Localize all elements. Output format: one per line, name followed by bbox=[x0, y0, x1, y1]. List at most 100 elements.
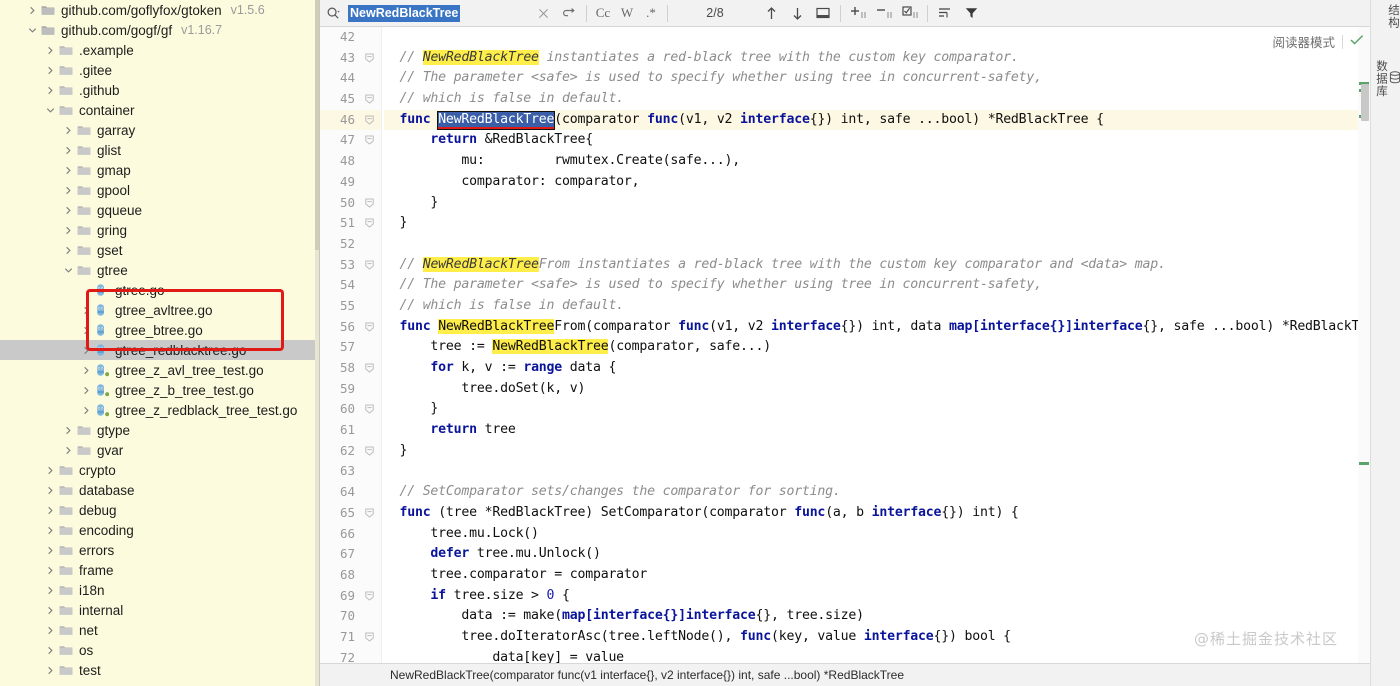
chevron-right-icon[interactable] bbox=[44, 40, 57, 60]
code-line[interactable]: tree.mu.Lock() bbox=[384, 524, 1400, 545]
chevron-right-icon[interactable] bbox=[62, 160, 75, 180]
tree-item-net[interactable]: net bbox=[0, 620, 320, 640]
code-line[interactable]: // which is false in default. bbox=[384, 296, 1400, 317]
code-line[interactable]: if tree.size > 0 { bbox=[384, 586, 1400, 607]
remove-line-icon[interactable] bbox=[871, 1, 897, 26]
add-line-icon[interactable] bbox=[845, 1, 871, 26]
search-input-wrap[interactable]: NewRedBlackTree bbox=[346, 4, 496, 22]
fold-toggle-icon[interactable] bbox=[365, 446, 375, 456]
next-match-icon[interactable] bbox=[784, 1, 810, 26]
chevron-right-icon[interactable] bbox=[80, 400, 93, 420]
find-toolbar[interactable]: NewRedBlackTree Cc W .* 2/8 bbox=[320, 0, 1400, 27]
tree-item-text[interactable]: text bbox=[0, 680, 320, 686]
select-all-occurrences-icon[interactable] bbox=[810, 1, 836, 26]
chevron-right-icon[interactable] bbox=[80, 380, 93, 400]
chevron-right-icon[interactable] bbox=[80, 360, 93, 380]
chevron-right-icon[interactable] bbox=[62, 120, 75, 140]
project-tree-panel[interactable]: github.com/goflyfox/gtoken v1.5.6 github.c… bbox=[0, 0, 320, 686]
tree-item-garray[interactable]: garray bbox=[0, 120, 320, 140]
tree-item-test[interactable]: test bbox=[0, 660, 320, 680]
code-line[interactable]: return tree bbox=[384, 420, 1400, 441]
chevron-down-icon[interactable] bbox=[62, 260, 75, 280]
chevron-right-icon[interactable] bbox=[44, 80, 57, 100]
fold-toggle-icon[interactable] bbox=[365, 94, 375, 104]
chevron-right-icon[interactable] bbox=[44, 500, 57, 520]
fold-toggle-icon[interactable] bbox=[365, 508, 375, 518]
chevron-right-icon[interactable] bbox=[44, 540, 57, 560]
chevron-right-icon[interactable] bbox=[44, 480, 57, 500]
prev-match-icon[interactable] bbox=[758, 1, 784, 26]
code-line[interactable] bbox=[384, 461, 1400, 482]
line-number-gutter[interactable]: 42 43 44 45 46 47 48 49 50 51 52 53 54 55 56 57 58 59 60 61… bbox=[320, 27, 382, 663]
tree-item-gtree-z-redblack-tree-test-go[interactable]: gtree_z_redblack_tree_test.go bbox=[0, 400, 320, 420]
tree-item-gvar[interactable]: gvar bbox=[0, 440, 320, 460]
fold-toggle-icon[interactable] bbox=[365, 198, 375, 208]
chevron-right-icon[interactable] bbox=[44, 460, 57, 480]
tree-item-gtree-btree-go[interactable]: gtree_btree.go bbox=[0, 320, 320, 340]
fold-toggle-icon[interactable] bbox=[365, 363, 375, 373]
chevron-right-icon[interactable] bbox=[62, 200, 75, 220]
code-line[interactable] bbox=[384, 234, 1400, 255]
search-marker[interactable] bbox=[1359, 462, 1369, 465]
tree-item-gtree-redblacktree-go[interactable]: gtree_redblacktree.go bbox=[0, 340, 320, 360]
tree-item-container[interactable]: container bbox=[0, 100, 320, 120]
tree-item-gpool[interactable]: gpool bbox=[0, 180, 320, 200]
fold-toggle-icon[interactable] bbox=[365, 218, 375, 228]
tree-item-errors[interactable]: errors bbox=[0, 540, 320, 560]
chevron-right-icon[interactable] bbox=[44, 580, 57, 600]
editor-marker-strip[interactable] bbox=[1358, 27, 1370, 663]
code-line[interactable]: return &RedBlackTree{ bbox=[384, 130, 1400, 151]
chevron-right-icon[interactable] bbox=[62, 420, 75, 440]
code-line[interactable]: } bbox=[384, 399, 1400, 420]
reader-mode-badge[interactable]: 阅读器模式 bbox=[1272, 32, 1364, 51]
tree-item-gtype[interactable]: gtype bbox=[0, 420, 320, 440]
tree-item-internal[interactable]: internal bbox=[0, 600, 320, 620]
tree-item-frame[interactable]: frame bbox=[0, 560, 320, 580]
tree-item-gtree-go[interactable]: gtree.go bbox=[0, 280, 320, 300]
tree-item-gtree-avltree-go[interactable]: gtree_avltree.go bbox=[0, 300, 320, 320]
chevron-down-icon[interactable] bbox=[26, 20, 39, 40]
tree-item-i18n[interactable]: i18n bbox=[0, 580, 320, 600]
tree-item-github-com-goflyfox-gtoken[interactable]: github.com/goflyfox/gtoken v1.5.6 bbox=[0, 0, 320, 20]
chevron-right-icon[interactable] bbox=[44, 600, 57, 620]
code-line[interactable]: } bbox=[384, 193, 1400, 214]
code-line[interactable]: func NewRedBlackTree(comparator func(v1,… bbox=[384, 109, 1400, 131]
fold-toggle-icon[interactable] bbox=[365, 404, 375, 415]
tree-item--example[interactable]: .example bbox=[0, 40, 320, 60]
code-content[interactable]: // NewRedBlackTree instantiates a red-bl… bbox=[382, 27, 1400, 663]
chevron-right-icon[interactable] bbox=[62, 440, 75, 460]
tree-item-database[interactable]: database bbox=[0, 480, 320, 500]
code-line[interactable]: // NewRedBlackTreeFrom instantiates a re… bbox=[384, 255, 1400, 276]
tree-item-gqueue[interactable]: gqueue bbox=[0, 200, 320, 220]
tree-item-gmap[interactable]: gmap bbox=[0, 160, 320, 180]
search-input[interactable]: NewRedBlackTree bbox=[348, 4, 461, 22]
code-line[interactable]: } bbox=[384, 213, 1400, 234]
code-editor[interactable]: 42 43 44 45 46 47 48 49 50 51 52 53 54 55 56 57 58 59 60 61… bbox=[320, 27, 1400, 663]
code-line[interactable]: } bbox=[384, 441, 1400, 462]
chevron-right-icon[interactable] bbox=[80, 320, 93, 340]
filter-list-icon[interactable] bbox=[932, 1, 958, 26]
chevron-right-icon[interactable] bbox=[44, 60, 57, 80]
code-line[interactable]: tree.doSet(k, v) bbox=[384, 379, 1400, 400]
code-line[interactable]: // The parameter <safe> is used to speci… bbox=[384, 275, 1400, 296]
code-line[interactable]: data := make(map[interface{}]interface{}… bbox=[384, 606, 1400, 627]
code-line[interactable] bbox=[384, 27, 1400, 48]
fold-toggle-icon[interactable] bbox=[365, 632, 375, 642]
close-search-icon[interactable] bbox=[530, 1, 556, 26]
fold-toggle-icon[interactable] bbox=[365, 135, 375, 146]
tree-item-glist[interactable]: glist bbox=[0, 140, 320, 160]
database-tool-button[interactable]: 数据库 bbox=[1371, 60, 1400, 98]
project-tree-list[interactable]: github.com/goflyfox/gtoken v1.5.6 github.c… bbox=[0, 0, 320, 686]
editor-scrollbar-thumb[interactable] bbox=[1361, 84, 1369, 121]
code-line[interactable]: func (tree *RedBlackTree) SetComparator(… bbox=[384, 503, 1400, 524]
tree-item-gtree-z-avl-tree-test-go[interactable]: gtree_z_avl_tree_test.go bbox=[0, 360, 320, 380]
tree-item-debug[interactable]: debug bbox=[0, 500, 320, 520]
code-line[interactable]: tree.comparator = comparator bbox=[384, 565, 1400, 586]
code-line[interactable]: tree := NewRedBlackTree(comparator, safe… bbox=[384, 337, 1400, 358]
chevron-right-icon[interactable] bbox=[44, 660, 57, 680]
chevron-right-icon[interactable] bbox=[62, 140, 75, 160]
chevron-right-icon[interactable] bbox=[80, 340, 93, 360]
tree-item-os[interactable]: os bbox=[0, 640, 320, 660]
fold-toggle-icon[interactable] bbox=[365, 53, 375, 63]
code-line[interactable]: comparator: comparator, bbox=[384, 172, 1400, 193]
